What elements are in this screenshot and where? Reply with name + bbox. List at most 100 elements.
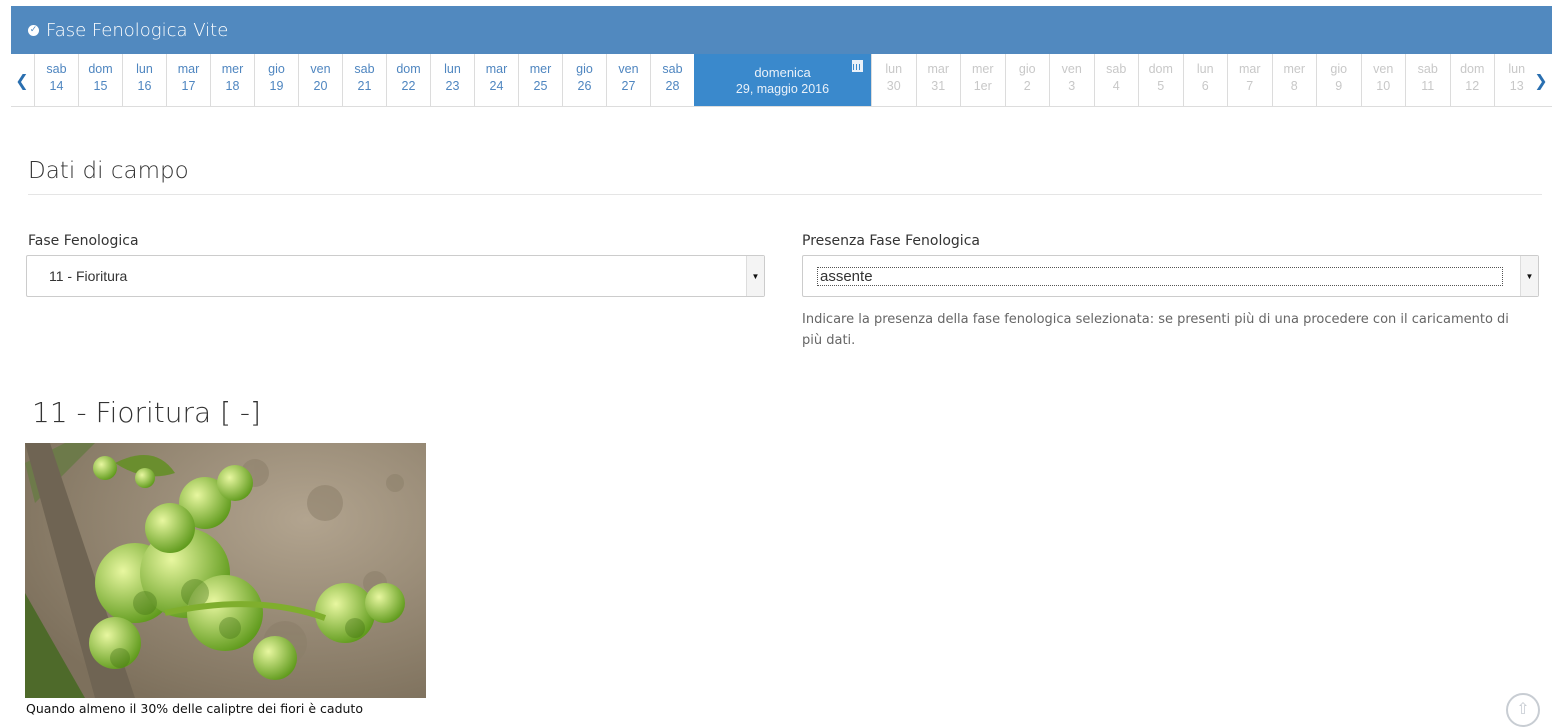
day-number: 31: [931, 79, 946, 93]
panel-title: Fase Fenologica Vite: [46, 19, 229, 41]
day-number: 4: [1112, 79, 1120, 93]
day-name: sab: [1417, 62, 1438, 76]
presenza-help-text: Indicare la presenza della fase fenologi…: [802, 312, 1509, 348]
day-name: lun: [885, 62, 903, 76]
day-name: lun: [444, 62, 461, 76]
day-name: gio: [576, 62, 593, 76]
presenza-select-value: assente: [817, 267, 1503, 286]
day-name: ven: [618, 62, 639, 76]
chevron-right-icon[interactable]: ❯: [1530, 54, 1552, 106]
day-name: gio: [1330, 62, 1348, 76]
day-name: mer: [971, 62, 994, 76]
day-cell[interactable]: ven 20: [298, 54, 342, 106]
day-cell[interactable]: gio 26: [562, 54, 606, 106]
stage-caption: Quando almeno il 30% delle caliptre dei …: [26, 701, 363, 716]
day-cell[interactable]: sab 21: [342, 54, 386, 106]
stage-photo: [25, 443, 426, 698]
day-cell[interactable]: lun 16: [122, 54, 166, 106]
selected-day[interactable]: domenica 29, maggio 2016: [694, 54, 871, 106]
day-cell[interactable]: gio 19: [254, 54, 298, 106]
fase-select-value: 11 - Fioritura: [49, 268, 128, 284]
fase-label: Fase Fenologica: [28, 233, 139, 249]
date-strip: ❮ sab 14 dom 15 lun 16 mar 17 mer 18 gio 19 ven 20 sab…: [11, 54, 1552, 107]
day-number: 11: [1421, 79, 1435, 93]
day-name: dom: [396, 62, 421, 76]
day-name: mer: [1283, 62, 1306, 76]
day-name: gio: [1018, 62, 1036, 76]
day-number: 14: [49, 79, 64, 93]
day-number: 6: [1201, 79, 1209, 93]
day-name: ven: [1373, 62, 1394, 76]
day-cell: gio 9: [1316, 54, 1361, 106]
fase-select[interactable]: 11 - Fioritura ▼: [26, 255, 765, 297]
day-cell[interactable]: mar 24: [474, 54, 518, 106]
day-name: dom: [1148, 62, 1173, 76]
grape-flowering-image: [25, 443, 426, 698]
day-number: 19: [269, 79, 284, 93]
day-number: 9: [1335, 79, 1343, 93]
day-cell[interactable]: mar 17: [166, 54, 210, 106]
day-cell: lun 6: [1182, 54, 1228, 106]
day-number: 21: [357, 79, 372, 93]
day-name: mar: [177, 62, 200, 76]
phenology-panel: ✓ Fase Fenologica Vite ❮ sab 14 dom 15 lun 16…: [11, 6, 1552, 719]
day-cell[interactable]: ven 27: [606, 54, 650, 106]
day-number: 24: [489, 79, 504, 93]
day-name: mar: [927, 62, 950, 76]
day-name: ven: [310, 62, 331, 76]
day-number: 8: [1290, 79, 1298, 93]
chevron-left-icon[interactable]: ❮: [11, 54, 33, 106]
day-number: 3: [1068, 79, 1076, 93]
calendar-icon[interactable]: [852, 60, 863, 72]
day-number: 5: [1157, 79, 1165, 93]
day-cell: gio 2: [1004, 54, 1050, 106]
day-name: dom: [1460, 62, 1485, 76]
day-cell[interactable]: sab 14: [34, 54, 78, 106]
day-name: gio: [268, 62, 285, 76]
day-number: 22: [401, 79, 416, 93]
day-number: 18: [225, 79, 240, 93]
day-cell[interactable]: dom 15: [78, 54, 122, 106]
day-name: sab: [662, 62, 683, 76]
day-name: sab: [46, 62, 67, 76]
presenza-label: Presenza Fase Fenologica: [802, 233, 980, 249]
day-cell: mer 8: [1271, 54, 1317, 106]
day-number: 27: [621, 79, 636, 93]
day-number: 10: [1376, 79, 1391, 93]
selected-day-name: domenica: [754, 65, 811, 80]
day-number: 26: [577, 79, 592, 93]
caret-down-icon[interactable]: ▼: [746, 256, 764, 296]
day-cell[interactable]: mer 25: [518, 54, 562, 106]
day-cell: lun 30: [871, 54, 916, 106]
day-name: lun: [136, 62, 153, 76]
day-number: 7: [1246, 79, 1254, 93]
divider: [28, 194, 1542, 195]
day-cell: ven 10: [1360, 54, 1406, 106]
day-number: 23: [445, 79, 460, 93]
day-cell: dom 12: [1449, 54, 1495, 106]
day-cell: sab 4: [1093, 54, 1139, 106]
day-number: 28: [665, 79, 680, 93]
day-cell: dom 5: [1138, 54, 1183, 106]
day-number: 15: [93, 79, 108, 93]
presenza-select[interactable]: assente ▼: [802, 255, 1539, 297]
day-number: 20: [313, 79, 328, 93]
day-cell: mer 1er: [960, 54, 1005, 106]
day-name: sab: [1106, 62, 1127, 76]
selected-day-date: 29, maggio 2016: [735, 82, 830, 96]
day-number: 1er: [973, 79, 992, 93]
scroll-to-top-icon[interactable]: ⇧: [1506, 693, 1540, 727]
day-cell: mar 31: [915, 54, 961, 106]
day-number: 16: [137, 79, 152, 93]
caret-down-icon[interactable]: ▼: [1520, 256, 1538, 296]
day-cell[interactable]: mer 18: [210, 54, 254, 106]
day-cell: sab 11: [1405, 54, 1450, 106]
day-name: ven: [1061, 62, 1082, 76]
day-cell[interactable]: lun 23: [430, 54, 474, 106]
section-title: Dati di campo: [28, 158, 189, 184]
day-cell: mar 7: [1227, 54, 1272, 106]
day-cell[interactable]: sab 28: [650, 54, 694, 106]
day-cell[interactable]: dom 22: [386, 54, 430, 106]
day-name: lun: [1196, 62, 1214, 76]
day-name: mer: [529, 62, 552, 76]
